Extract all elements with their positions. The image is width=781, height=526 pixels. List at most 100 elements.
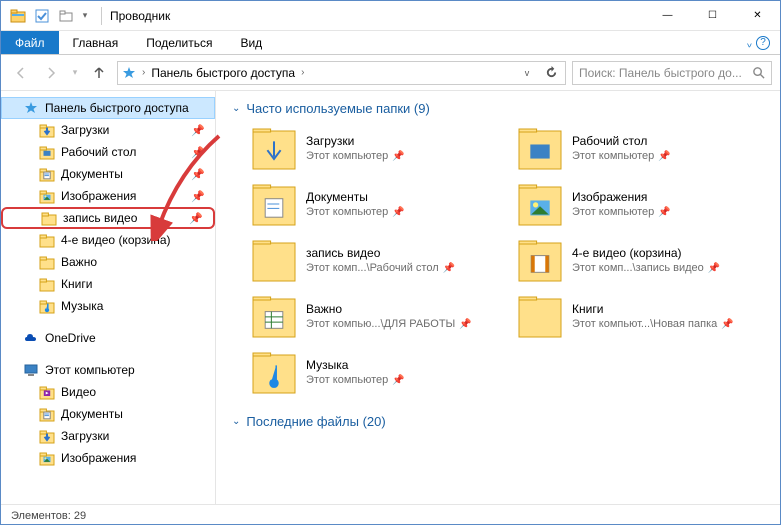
- folder-item[interactable]: Рабочий стол Этот компьютер📌: [518, 126, 764, 170]
- sidebar-item-4-е-видео-(корзина)[interactable]: 4-е видео (корзина): [1, 229, 215, 251]
- up-button[interactable]: [87, 61, 111, 85]
- sidebar-item-label: Изображения: [61, 451, 136, 465]
- excel-folder-icon: [252, 294, 296, 338]
- folder-path: Этот комп...\Рабочий стол📌: [306, 262, 455, 274]
- folder-name: 4-е видео (корзина): [572, 246, 720, 260]
- downloads-icon: [252, 126, 296, 170]
- back-button[interactable]: [9, 61, 33, 85]
- pin-icon: 📌: [658, 207, 670, 218]
- sidebar-pc-Документы[interactable]: Документы: [1, 403, 215, 425]
- chevron-right-icon[interactable]: ›: [299, 67, 306, 78]
- sidebar-item-Музыка[interactable]: Музыка: [1, 295, 215, 317]
- sidebar-pc-Видео[interactable]: Видео: [1, 381, 215, 403]
- explorer-icon: [7, 5, 29, 27]
- folder-name: Рабочий стол: [572, 134, 671, 148]
- breadcrumb[interactable]: Панель быстрого доступа: [151, 66, 295, 80]
- close-button[interactable]: ✕: [735, 1, 780, 31]
- address-dropdown-icon[interactable]: v: [517, 68, 537, 78]
- sidebar-item-Рабочий-стол[interactable]: Рабочий стол 📌: [1, 141, 215, 163]
- sidebar-item-Книги[interactable]: Книги: [1, 273, 215, 295]
- pin-icon: 📌: [392, 151, 404, 162]
- properties-icon[interactable]: [31, 5, 53, 27]
- folder-icon: [39, 254, 55, 270]
- desktop-icon: [39, 144, 55, 160]
- pin-icon: 📌: [189, 212, 203, 225]
- folder-name: Документы: [306, 190, 405, 204]
- folder-item[interactable]: 4-е видео (корзина) Этот комп...\запись …: [518, 238, 764, 282]
- ribbon-expand[interactable]: ^?: [737, 31, 780, 54]
- status-count: Элементов: 29: [11, 510, 86, 522]
- sidebar-onedrive[interactable]: OneDrive: [1, 327, 215, 349]
- statusbar: Элементов: 29: [1, 504, 780, 526]
- sidebar-item-Загрузки[interactable]: Загрузки 📌: [1, 119, 215, 141]
- pin-icon: 📌: [392, 207, 404, 218]
- forward-button[interactable]: [39, 61, 63, 85]
- folder-item[interactable]: Загрузки Этот компьютер📌: [252, 126, 498, 170]
- folder-path: Этот компьютер📌: [306, 206, 405, 218]
- sidebar[interactable]: Панель быстрого доступа Загрузки 📌 Рабоч…: [1, 91, 216, 504]
- folder-icon: [41, 210, 57, 226]
- pin-icon: 📌: [191, 124, 205, 137]
- addressbar[interactable]: › Панель быстрого доступа › v: [117, 61, 566, 85]
- sidebar-item-label: Панель быстрого доступа: [45, 101, 189, 115]
- content-area[interactable]: ⌄ Часто используемые папки (9) Загрузки …: [216, 91, 780, 504]
- folder-name: Загрузки: [306, 134, 405, 148]
- chevron-right-icon[interactable]: ›: [140, 67, 147, 78]
- sidebar-item-label: Важно: [61, 255, 97, 269]
- search-input[interactable]: [579, 66, 752, 80]
- pin-icon: 📌: [721, 319, 733, 330]
- tab-file[interactable]: Файл: [1, 31, 59, 54]
- titlebar: ▾ Проводник — ☐ ✕: [1, 1, 780, 31]
- sidebar-item-label: OneDrive: [45, 331, 96, 345]
- folder-name: Важно: [306, 302, 472, 316]
- tab-home[interactable]: Главная: [59, 31, 133, 54]
- chevron-down-icon[interactable]: ⌄: [232, 103, 240, 114]
- folder-path: Этот компьют...\Новая папка📌: [572, 318, 734, 330]
- folder-item[interactable]: Музыка Этот компьютер📌: [252, 350, 498, 394]
- sidebar-item-Изображения[interactable]: Изображения 📌: [1, 185, 215, 207]
- sidebar-item-label: Загрузки: [61, 123, 109, 137]
- music-icon: [252, 350, 296, 394]
- folder-item[interactable]: запись видео Этот комп...\Рабочий стол📌: [252, 238, 498, 282]
- chevron-down-icon[interactable]: ⌄: [232, 416, 240, 427]
- folder-path: Этот компьютер📌: [572, 150, 671, 162]
- sidebar-item-label: Документы: [61, 167, 123, 181]
- sidebar-item-label: Загрузки: [61, 429, 109, 443]
- help-icon[interactable]: ?: [756, 36, 770, 50]
- folder-item[interactable]: Книги Этот компьют...\Новая папка📌: [518, 294, 764, 338]
- sidebar-this-pc[interactable]: Этот компьютер: [1, 359, 215, 381]
- pin-icon: 📌: [708, 263, 720, 274]
- folder-icon: [39, 276, 55, 292]
- sidebar-item-Документы[interactable]: Документы 📌: [1, 163, 215, 185]
- folder-icon: [39, 232, 55, 248]
- search-box[interactable]: [572, 61, 772, 85]
- recent-dropdown[interactable]: ▾: [69, 61, 81, 85]
- pictures-icon: [39, 188, 55, 204]
- folder-item[interactable]: Важно Этот компью...\ДЛЯ РАБОТЫ📌: [252, 294, 498, 338]
- folder-item[interactable]: Документы Этот компьютер📌: [252, 182, 498, 226]
- sidebar-item-label: 4-е видео (корзина): [61, 233, 171, 247]
- section-frequent[interactable]: ⌄ Часто используемые папки (9): [232, 101, 764, 116]
- sidebar-item-Важно[interactable]: Важно: [1, 251, 215, 273]
- sidebar-pc-Изображения[interactable]: Изображения: [1, 447, 215, 469]
- pin-icon: 📌: [443, 263, 455, 274]
- folder-path: Этот компью...\ДЛЯ РАБОТЫ📌: [306, 318, 472, 330]
- folder-item[interactable]: Изображения Этот компьютер📌: [518, 182, 764, 226]
- search-icon[interactable]: [752, 66, 765, 79]
- new-folder-icon[interactable]: [55, 5, 77, 27]
- quick-access-toolbar: ▾: [1, 5, 97, 27]
- tab-view[interactable]: Вид: [226, 31, 276, 54]
- sidebar-quick-access[interactable]: Панель быстрого доступа: [1, 97, 215, 119]
- pin-icon: 📌: [191, 168, 205, 181]
- qat-dropdown-icon[interactable]: ▾: [79, 5, 91, 27]
- tab-share[interactable]: Поделиться: [132, 31, 226, 54]
- onedrive-icon: [23, 330, 39, 346]
- sidebar-pc-Загрузки[interactable]: Загрузки: [1, 425, 215, 447]
- maximize-button[interactable]: ☐: [690, 1, 735, 31]
- section-recent[interactable]: ⌄ Последние файлы (20): [232, 414, 764, 429]
- folder-name: Изображения: [572, 190, 671, 204]
- sidebar-item-запись-видео[interactable]: запись видео 📌: [1, 207, 215, 229]
- videos-icon: [39, 384, 55, 400]
- refresh-icon[interactable]: [541, 66, 561, 79]
- minimize-button[interactable]: —: [645, 1, 690, 31]
